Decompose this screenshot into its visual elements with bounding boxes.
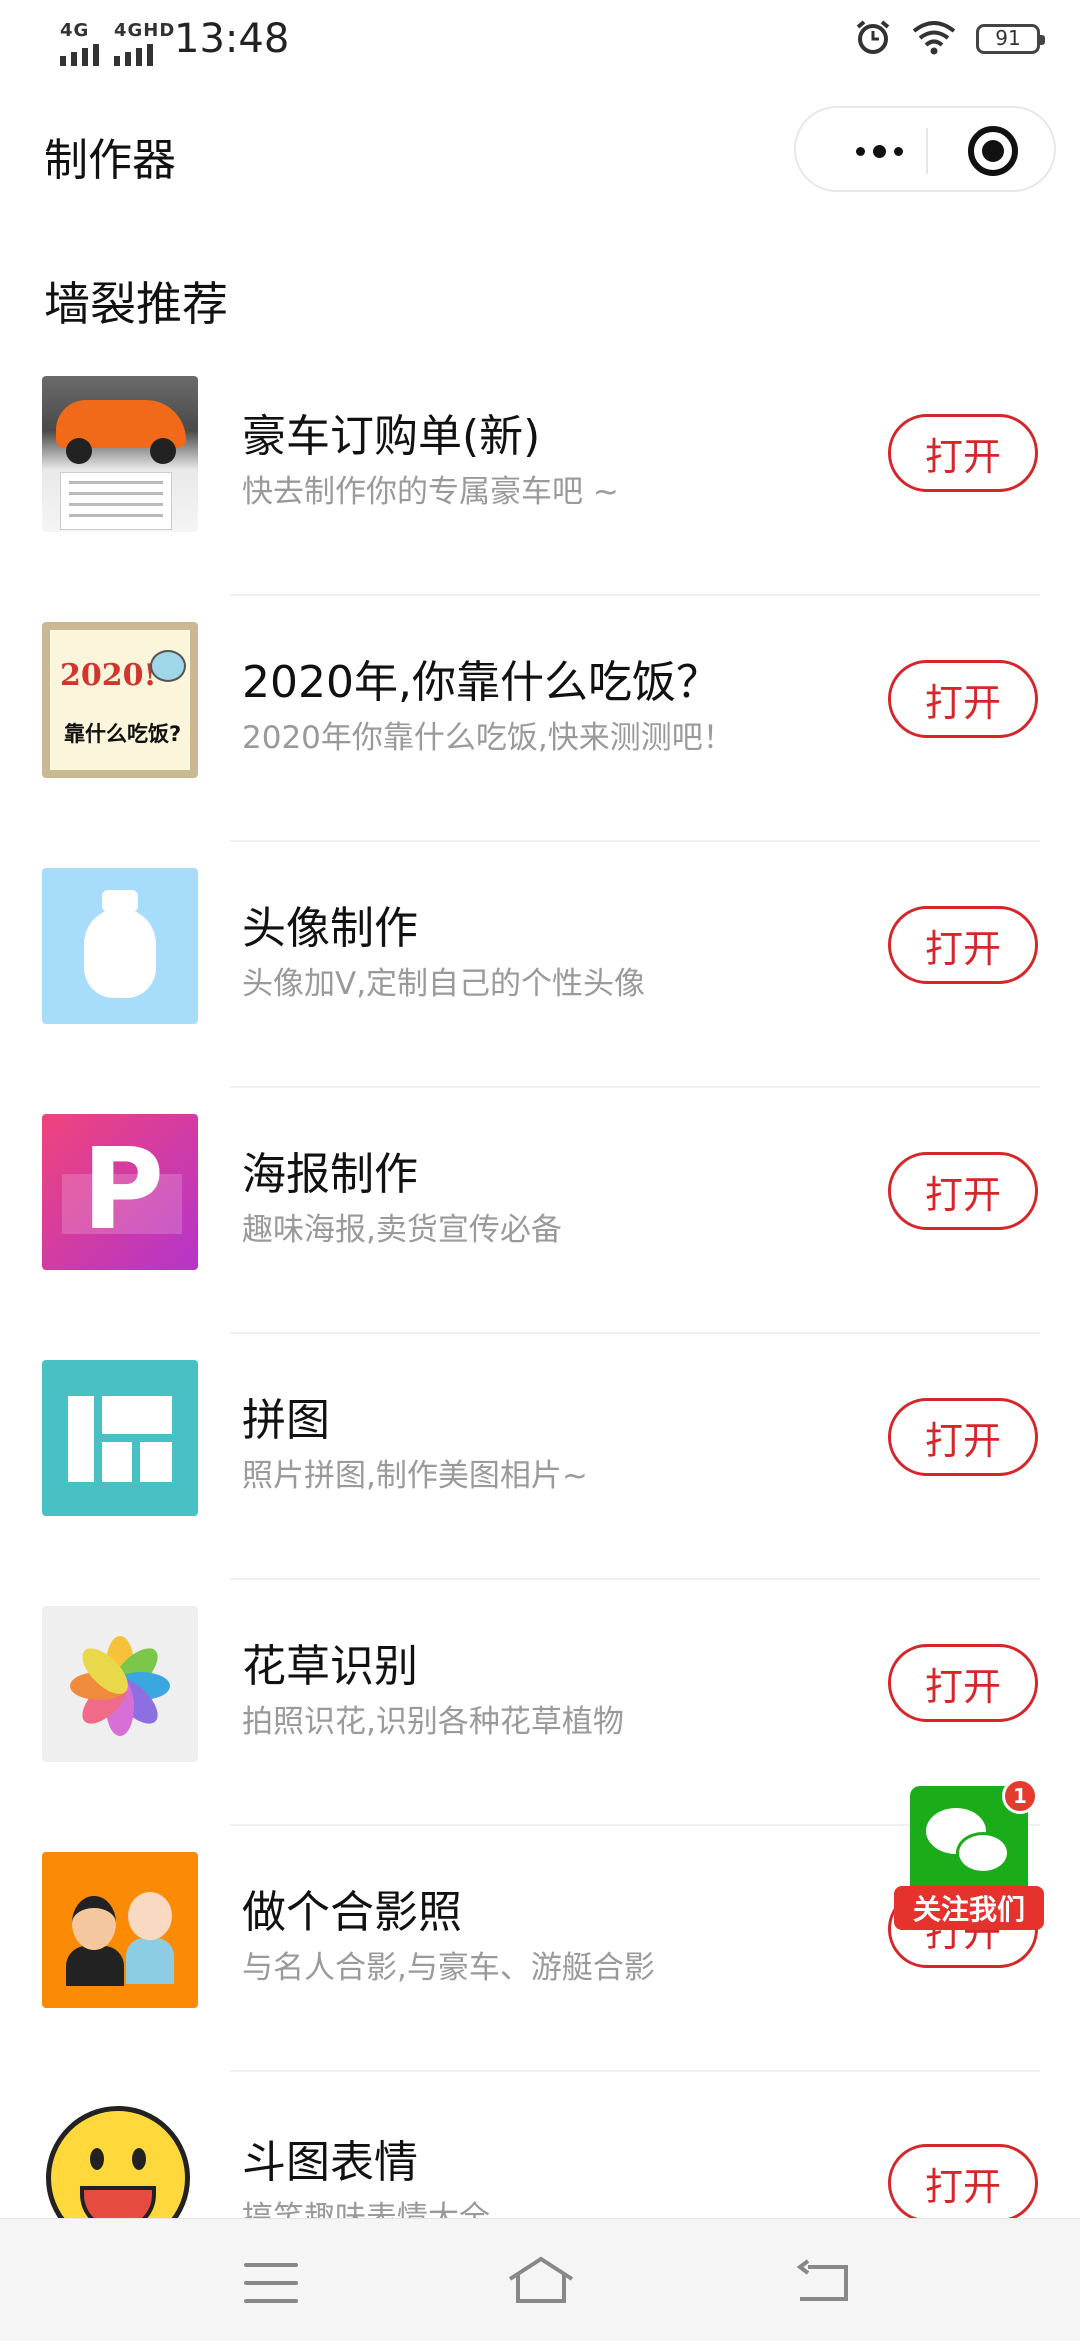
thumb-year: 2020!	[60, 658, 157, 693]
item-title: 头像制作	[242, 903, 418, 954]
recommend-list: 豪车订购单(新) 快去制作你的专属豪车吧 ~ 打开 2020! 靠什么吃饭? 2…	[0, 350, 1080, 2318]
open-button[interactable]: 打开	[888, 414, 1038, 492]
chat-bubble	[956, 1832, 1010, 1874]
open-button[interactable]: 打开	[888, 660, 1038, 738]
item-desc: 快去制作你的专属豪车吧 ~	[242, 474, 619, 510]
item-title: 海报制作	[242, 1149, 418, 1200]
item-desc: 趣味海报,卖货宣传必备	[242, 1212, 562, 1248]
status-bar: 4G 4GHD 13:48 91	[0, 0, 1080, 84]
item-title: 拼图	[242, 1395, 330, 1446]
sports-car-thumbnail	[42, 376, 198, 532]
item-title: 斗图表情	[242, 2137, 418, 2188]
open-button[interactable]: 打开	[888, 1398, 1038, 1476]
collage-thumbnail	[42, 1360, 198, 1516]
item-desc: 照片拼图,制作美图相片~	[242, 1458, 588, 1494]
open-button[interactable]: 打开	[888, 1644, 1038, 1722]
list-item[interactable]: P 海报制作 趣味海报,卖货宣传必备 打开	[0, 1088, 1080, 1334]
mini-program-capsule	[794, 106, 1056, 192]
avatar-thumbnail	[42, 868, 198, 1024]
item-desc: 与名人合影,与豪车、游艇合影	[242, 1950, 655, 1986]
page-title: 制作器	[44, 135, 176, 186]
follow-us-widget[interactable]: 1 关注我们	[890, 1778, 1048, 1932]
system-navigation-bar	[0, 2218, 1080, 2341]
open-button[interactable]: 打开	[888, 2144, 1038, 2222]
list-item[interactable]: 拼图 照片拼图,制作美图相片~ 打开	[0, 1334, 1080, 1580]
mouse-icon	[150, 650, 186, 682]
home-icon[interactable]	[506, 2255, 576, 2305]
flower-petals-thumbnail	[42, 1606, 198, 1762]
battery-icon: 91	[976, 24, 1045, 54]
target-circle-icon[interactable]	[968, 126, 1018, 176]
menu-icon[interactable]	[244, 2263, 298, 2303]
item-desc: 2020年你靠什么吃饭,快来测测吧！	[242, 720, 734, 756]
2020-mouse-thumbnail: 2020! 靠什么吃饭?	[42, 622, 198, 778]
network-type: 4G	[60, 20, 90, 41]
network-type: 4GHD	[114, 20, 176, 41]
list-item[interactable]: 头像制作 头像加V,定制自己的个性头像 打开	[0, 842, 1080, 1088]
thumb-question: 靠什么吃饭?	[64, 722, 182, 746]
item-title: 2020年,你靠什么吃饭？	[242, 657, 720, 708]
alarm-icon	[854, 18, 892, 60]
poster-p-thumbnail: P	[42, 1114, 198, 1270]
item-desc: 头像加V,定制自己的个性头像	[242, 966, 646, 1002]
capsule-divider	[926, 128, 928, 174]
list-item[interactable]: 2020! 靠什么吃饭? 2020年,你靠什么吃饭？ 2020年你靠什么吃饭,快…	[0, 596, 1080, 842]
open-button[interactable]: 打开	[888, 906, 1038, 984]
battery-level: 91	[995, 26, 1021, 50]
list-item[interactable]: 豪车订购单(新) 快去制作你的专属豪车吧 ~ 打开	[0, 350, 1080, 596]
item-title: 豪车订购单(新)	[242, 411, 541, 462]
item-title: 花草识别	[242, 1641, 418, 1692]
back-icon[interactable]	[794, 2259, 850, 2303]
group-photo-thumbnail	[42, 1852, 198, 2008]
thumb-letter: P	[82, 1125, 165, 1255]
wifi-icon	[910, 19, 958, 59]
notification-badge: 1	[1002, 1778, 1038, 1814]
section-title: 墙裂推荐	[44, 277, 228, 331]
clock: 13:48	[174, 16, 290, 62]
open-button[interactable]: 打开	[888, 1152, 1038, 1230]
follow-us-label: 关注我们	[894, 1886, 1044, 1930]
item-title: 做个合影照	[242, 1887, 462, 1938]
item-desc: 拍照识花,识别各种花草植物	[242, 1704, 624, 1740]
more-dots-icon[interactable]	[834, 132, 924, 170]
